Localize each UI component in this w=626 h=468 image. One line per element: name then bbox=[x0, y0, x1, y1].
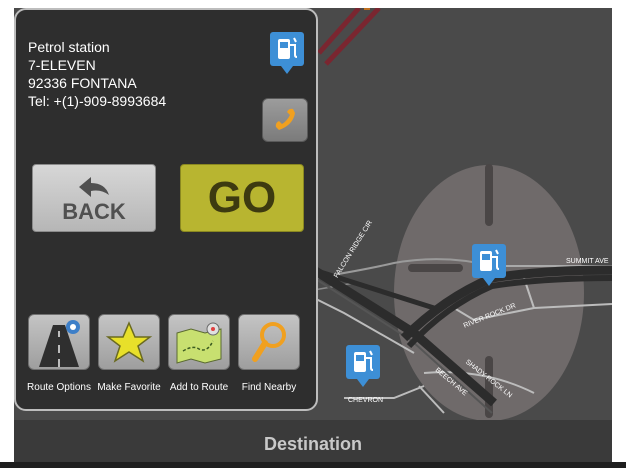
add-to-route-button[interactable] bbox=[168, 314, 230, 370]
map-fuel-marker[interactable] bbox=[472, 244, 506, 286]
back-button[interactable]: BACK bbox=[32, 164, 156, 232]
phone-icon bbox=[275, 108, 295, 130]
go-button[interactable]: GO bbox=[180, 164, 304, 232]
fuel-pump-icon bbox=[480, 249, 500, 271]
route-options-label: Route Options bbox=[27, 382, 91, 393]
call-button[interactable] bbox=[262, 98, 308, 142]
crosshair-top bbox=[485, 164, 493, 226]
destination-info-panel: Petrol station 7-ELEVEN 92336 FONTANA Te… bbox=[14, 8, 318, 411]
map-route-icon bbox=[176, 322, 222, 364]
route-options-button[interactable] bbox=[28, 314, 90, 370]
map-fuel-marker[interactable] bbox=[346, 345, 380, 387]
poi-details: Petrol station 7-ELEVEN 92336 FONTANA Te… bbox=[28, 38, 166, 110]
map-poi-label: CHEVRON bbox=[348, 397, 384, 404]
make-favorite-button[interactable] bbox=[98, 314, 160, 370]
poi-type-badge bbox=[270, 32, 304, 74]
crosshair-left bbox=[408, 264, 463, 272]
poi-phone: Tel: +(1)-909-8993684 bbox=[28, 93, 167, 109]
add-to-route-label: Add to Route bbox=[169, 382, 229, 393]
screen: FALCON RIDGE CIR SUMMIT AVE RIVER ROCK D… bbox=[0, 0, 626, 462]
find-nearby-button[interactable] bbox=[238, 314, 300, 370]
destination-title-bar: Destination bbox=[14, 420, 612, 462]
street-label: SUMMIT AVE bbox=[566, 258, 609, 265]
poi-name: 7-ELEVEN bbox=[28, 57, 96, 73]
poi-category: Petrol station bbox=[28, 39, 110, 55]
fuel-pump-icon bbox=[278, 37, 298, 59]
make-favorite-label: Make Favorite bbox=[97, 382, 161, 393]
star-icon bbox=[105, 321, 153, 363]
route-options-icon bbox=[39, 320, 80, 367]
magnifier-icon bbox=[252, 322, 286, 362]
back-label: BACK bbox=[62, 199, 126, 224]
destination-title: Destination bbox=[263, 434, 362, 454]
poi-address: 92336 FONTANA bbox=[28, 75, 137, 91]
find-nearby-label: Find Nearby bbox=[241, 382, 297, 393]
fuel-pump-icon bbox=[354, 350, 374, 372]
